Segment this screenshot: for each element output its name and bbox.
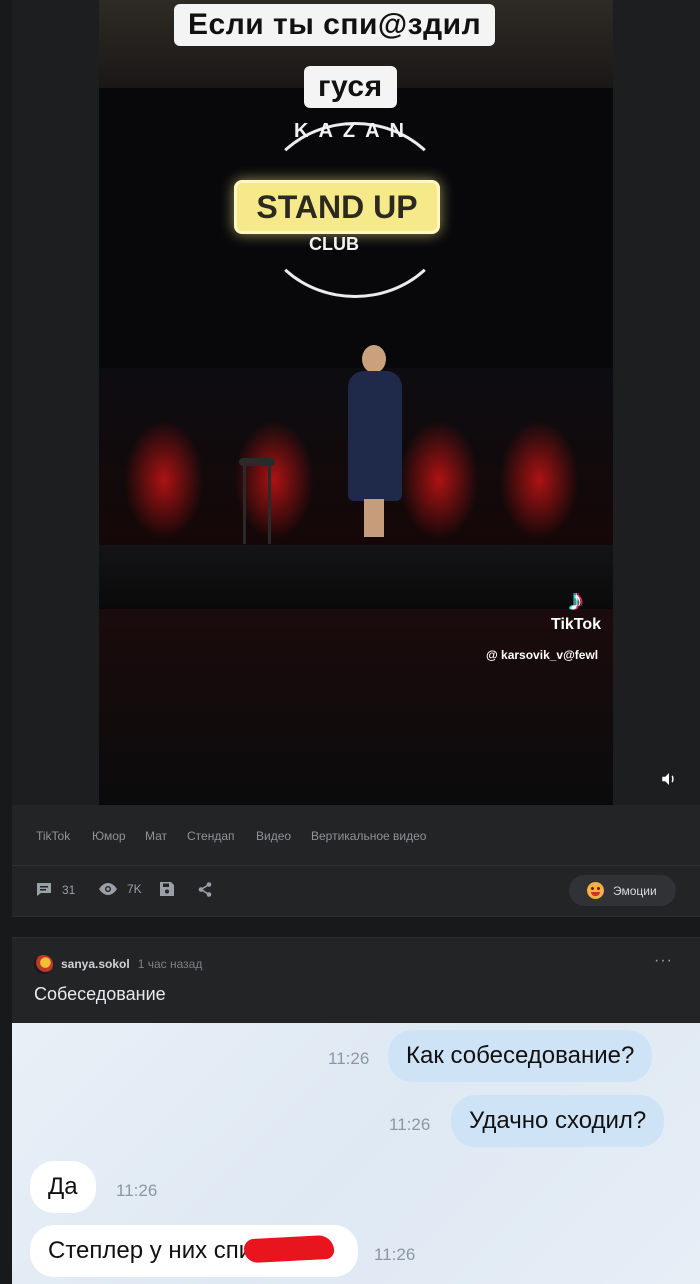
video-player[interactable]: Если ты спи@здил гуся KAZAN STAND UP CLU… [12,0,700,805]
message-time: 11:26 [389,1115,431,1134]
tag-link[interactable]: Вертикальное видео [311,829,426,843]
comment-icon [37,883,51,896]
post-author-row: sanya.sokol 1 час назад [34,954,202,974]
save-icon [160,882,174,896]
chat-screenshot: 11:26 Как собеседование? 11:26 Удачно сх… [12,1023,700,1284]
logo-sign-text: STAND UP [234,180,440,234]
chat-bubble-incoming: Да [30,1161,96,1213]
standup-club-logo: KAZAN STAND UP CLUB [229,110,479,298]
performer [344,345,404,540]
redaction-scribble [243,1234,335,1264]
post-card: sanya.sokol 1 час назад ··· Собеседовани… [12,937,700,1284]
save-button[interactable] [160,882,184,896]
comments-button[interactable]: 31 [36,882,75,897]
tiktok-username: @ karsovik_v@fewl [486,648,599,662]
tag-link[interactable]: Видео [256,829,291,843]
logo-club-text: CLUB [309,234,359,254]
tags-row: TikTok Юмор Мат Стендап Видео Вертикальн… [12,805,700,866]
video-caption-line2: гуся [304,66,397,108]
tiktok-brand-text: TikTok [550,616,602,633]
comments-count: 31 [62,882,76,897]
post-card: Если ты спи@здил гуся KAZAN STAND UP CLU… [12,0,700,917]
tag-link[interactable]: Стендап [187,829,235,843]
volume-icon[interactable] [660,770,682,790]
tag-link[interactable]: Юмор [92,829,126,843]
post-time: 1 час назад [137,957,203,971]
emotions-label: Эмоции [613,883,657,898]
chat-bubble-outgoing: Как собеседование? [388,1030,653,1082]
stage-light [499,420,579,540]
emotions-button[interactable]: Эмоции [569,875,676,906]
eye-icon [99,883,117,895]
video-floor [99,609,613,805]
share-icon [198,882,212,897]
video-frame[interactable]: Если ты спи@здил гуся KAZAN STAND UP CLU… [99,0,613,805]
video-stage [99,545,613,609]
message-time: 11:26 [328,1049,370,1068]
message-time: 11:26 [374,1245,416,1264]
stage-light [399,420,479,540]
more-options-button[interactable]: ··· [654,952,673,970]
message-time: 11:26 [116,1181,158,1200]
views-count: 7K [127,882,142,896]
tiktok-logo: ♪ TikTok [539,586,613,634]
share-button[interactable] [198,882,222,897]
avatar[interactable] [34,954,53,974]
video-caption-line1: Если ты спи@здил [174,4,496,46]
post-title[interactable]: Собеседование [34,984,166,1005]
tag-link[interactable]: TikTok [36,829,70,843]
tiktok-note-icon: ♪ [568,584,584,617]
views-counter: 7K [99,882,142,896]
tag-link[interactable]: Мат [145,829,167,843]
logo-kazan-text: KAZAN [294,120,414,142]
post-actions: 31 7K Эмоции [12,866,700,916]
emoji-face-icon [587,882,604,899]
bar-stool [239,458,275,544]
stage-light [124,420,204,540]
chat-bubble-outgoing: Удачно сходил? [451,1095,665,1147]
author-name[interactable]: sanya.sokol [61,957,130,971]
